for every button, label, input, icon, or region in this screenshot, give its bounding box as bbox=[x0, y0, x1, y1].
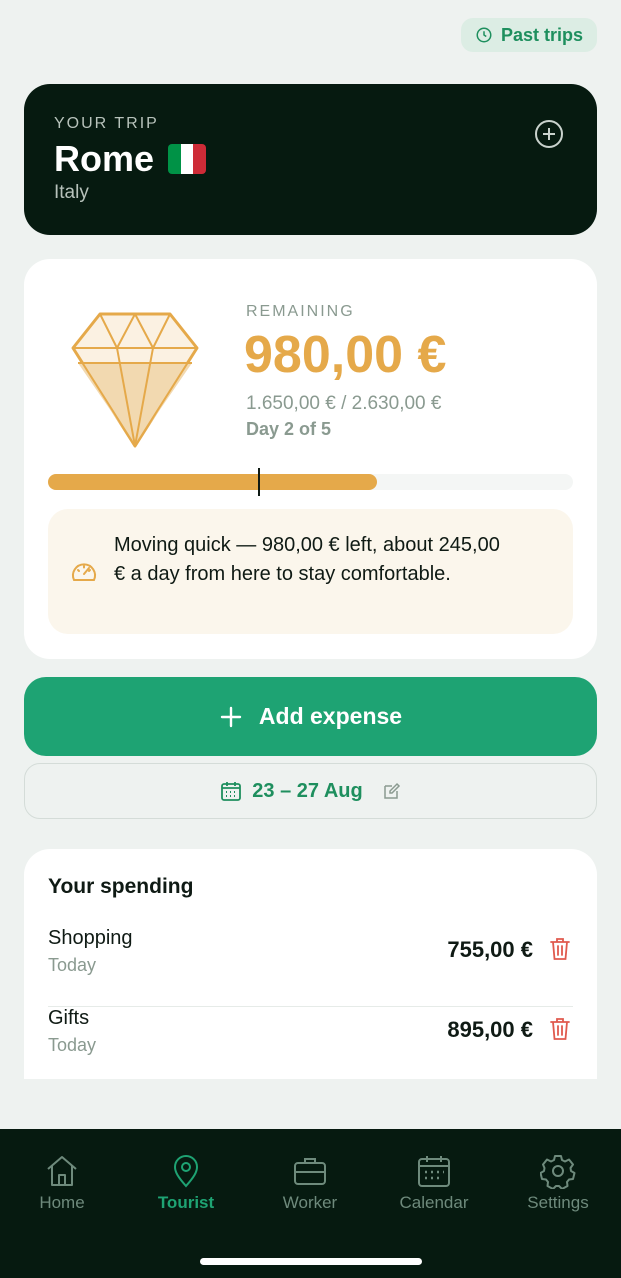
expense-name: Shopping bbox=[48, 927, 133, 949]
home-indicator bbox=[200, 1258, 422, 1265]
tab-label: Settings bbox=[527, 1193, 589, 1212]
edit-icon bbox=[383, 782, 400, 799]
tab-label: Home bbox=[39, 1193, 85, 1212]
advice-text: Moving quick — 980,00 € left, about 245,… bbox=[114, 534, 500, 585]
expense-when: Today bbox=[48, 955, 97, 975]
list-item[interactable]: Shopping Today 755,00 € bbox=[48, 927, 573, 1007]
trash-icon[interactable] bbox=[549, 1017, 571, 1041]
tab-calendar[interactable]: Calendar bbox=[379, 1153, 489, 1213]
day-count: Day 2 of 5 bbox=[246, 419, 332, 439]
tab-home[interactable]: Home bbox=[7, 1153, 117, 1213]
speedometer-icon bbox=[72, 563, 96, 581]
remaining-value: 980,00 € bbox=[244, 326, 447, 384]
tab-tourist[interactable]: Tourist bbox=[131, 1153, 241, 1213]
diamond-icon bbox=[71, 312, 199, 448]
trip-city-name: Rome bbox=[54, 138, 155, 179]
spent-total: 1.650,00 € / 2.630,00 € bbox=[246, 393, 442, 414]
clock-icon bbox=[476, 27, 492, 43]
remaining-label: REMAINING bbox=[246, 303, 355, 320]
day-marker bbox=[258, 468, 260, 496]
expense-amount: 895,00 € bbox=[447, 1017, 533, 1042]
italy-flag-icon bbox=[168, 144, 207, 174]
date-range-button[interactable]: 23 – 27 Aug bbox=[24, 763, 597, 819]
tab-bar: Home Tourist Worker Calendar Settings bbox=[0, 1129, 621, 1278]
spending-card: Your spending Shopping Today 755,00 € Gi… bbox=[24, 849, 597, 1079]
tab-worker[interactable]: Worker bbox=[255, 1153, 365, 1213]
flag-stripe bbox=[193, 144, 207, 174]
add-expense-button[interactable]: Add expense bbox=[24, 677, 597, 756]
past-trips-button[interactable]: Past trips bbox=[460, 18, 597, 52]
add-trip-icon[interactable] bbox=[533, 118, 565, 150]
trip-eyebrow: YOUR TRIP bbox=[54, 115, 159, 132]
budget-progress-bar bbox=[48, 468, 573, 496]
budget-progress-fill bbox=[48, 474, 378, 490]
tab-label: Calendar bbox=[399, 1193, 469, 1212]
date-range-label: 23 – 27 Aug bbox=[252, 779, 363, 802]
expense-when: Today bbox=[48, 1035, 97, 1055]
budget-card: REMAINING 980,00 € 1.650,00 € / 2.630,00… bbox=[24, 259, 597, 659]
expense-amount: 755,00 € bbox=[447, 937, 533, 962]
briefcase-icon bbox=[294, 1158, 326, 1185]
expense-name: Gifts bbox=[48, 1007, 90, 1029]
plus-icon bbox=[220, 706, 242, 727]
tab-label: Worker bbox=[282, 1193, 338, 1212]
tab-settings[interactable]: Settings bbox=[503, 1153, 613, 1213]
location-pin-icon bbox=[173, 1155, 199, 1188]
trip-card[interactable]: YOUR TRIP Rome Italy bbox=[24, 84, 597, 235]
calendar-icon bbox=[418, 1156, 450, 1187]
tab-label: Tourist bbox=[157, 1193, 215, 1212]
gear-icon bbox=[540, 1155, 576, 1189]
past-trips-label: Past trips bbox=[500, 24, 583, 45]
list-item[interactable]: Gifts Today 895,00 € bbox=[48, 1007, 573, 1079]
flag-stripe bbox=[168, 144, 181, 174]
trip-city: Rome bbox=[54, 138, 207, 180]
add-expense-label: Add expense bbox=[258, 703, 403, 729]
trip-country: Italy bbox=[54, 182, 89, 203]
flag-stripe bbox=[180, 144, 194, 174]
trash-icon[interactable] bbox=[549, 937, 571, 961]
home-icon bbox=[47, 1156, 77, 1186]
calendar-icon bbox=[221, 782, 242, 801]
advice-box: Moving quick — 980,00 € left, about 245,… bbox=[48, 509, 573, 634]
spending-title: Your spending bbox=[48, 875, 194, 898]
